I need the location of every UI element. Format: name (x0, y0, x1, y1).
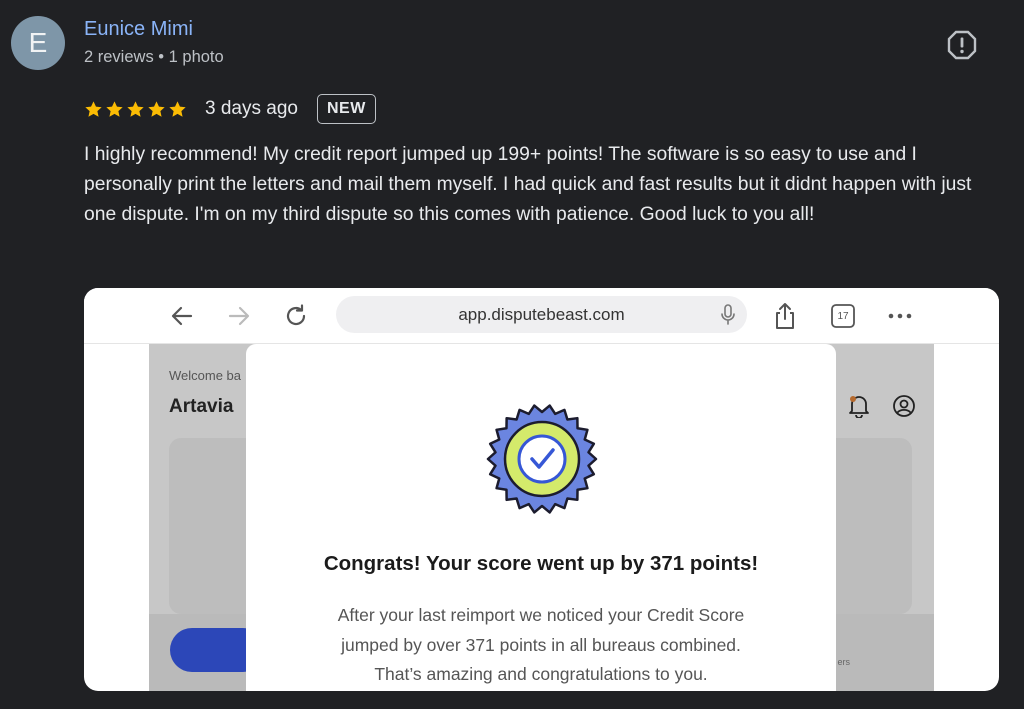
review-text: I highly recommend! My credit report jum… (84, 144, 972, 225)
modal-body-line: jumped by over 371 points in all bureaus… (341, 634, 741, 655)
reviewer-name[interactable]: Eunice Mimi (84, 18, 193, 41)
more-options-icon[interactable] (885, 301, 915, 331)
modal-body-line: After your last reimport we noticed your… (337, 605, 745, 625)
verified-badge-icon (486, 404, 598, 514)
profile-icon[interactable] (892, 394, 916, 418)
review-date: 3 days ago (205, 98, 298, 119)
user-name: Artavia (169, 396, 234, 417)
share-icon[interactable] (770, 301, 800, 331)
modal-body-line: That’s amazing and congratulations to yo… (374, 664, 708, 684)
welcome-text: Welcome ba (169, 368, 242, 383)
microphone-icon[interactable] (719, 304, 737, 326)
url-text: app.disputebeast.com (458, 304, 625, 324)
congrats-modal: Congrats! Your score went up by 371 poin… (246, 344, 836, 691)
star-icon (106, 100, 123, 117)
modal-title: Congrats! Your score went up by 371 poin… (323, 552, 759, 575)
star-rating (84, 100, 187, 119)
star-icon (127, 100, 144, 117)
small-label: ers (837, 657, 850, 667)
report-button[interactable] (946, 29, 978, 61)
report-flag-icon (947, 30, 977, 60)
review-photo[interactable]: app.disputebeast.com 17 Welcome ba Artav… (84, 288, 999, 691)
header-icons (848, 394, 916, 418)
reviewer-meta: 2 reviews • 1 photo (84, 48, 224, 66)
modal-body: After your last reimport we noticed your… (246, 601, 836, 690)
new-badge: NEW (316, 94, 376, 124)
forward-arrow-icon[interactable] (224, 301, 254, 331)
back-arrow-icon[interactable] (167, 301, 197, 331)
tabs-icon[interactable]: 17 (828, 301, 858, 331)
url-bar[interactable]: app.disputebeast.com (336, 296, 747, 333)
star-icon (148, 100, 165, 117)
tabs-count: 17 (837, 310, 849, 322)
avatar[interactable]: E (11, 16, 65, 70)
bell-icon[interactable] (848, 394, 870, 418)
browser-toolbar: app.disputebeast.com 17 (84, 288, 999, 344)
star-icon (85, 100, 102, 117)
star-icon (169, 100, 186, 117)
rating-row: 3 days ago NEW (84, 92, 376, 126)
reload-icon[interactable] (281, 301, 311, 331)
